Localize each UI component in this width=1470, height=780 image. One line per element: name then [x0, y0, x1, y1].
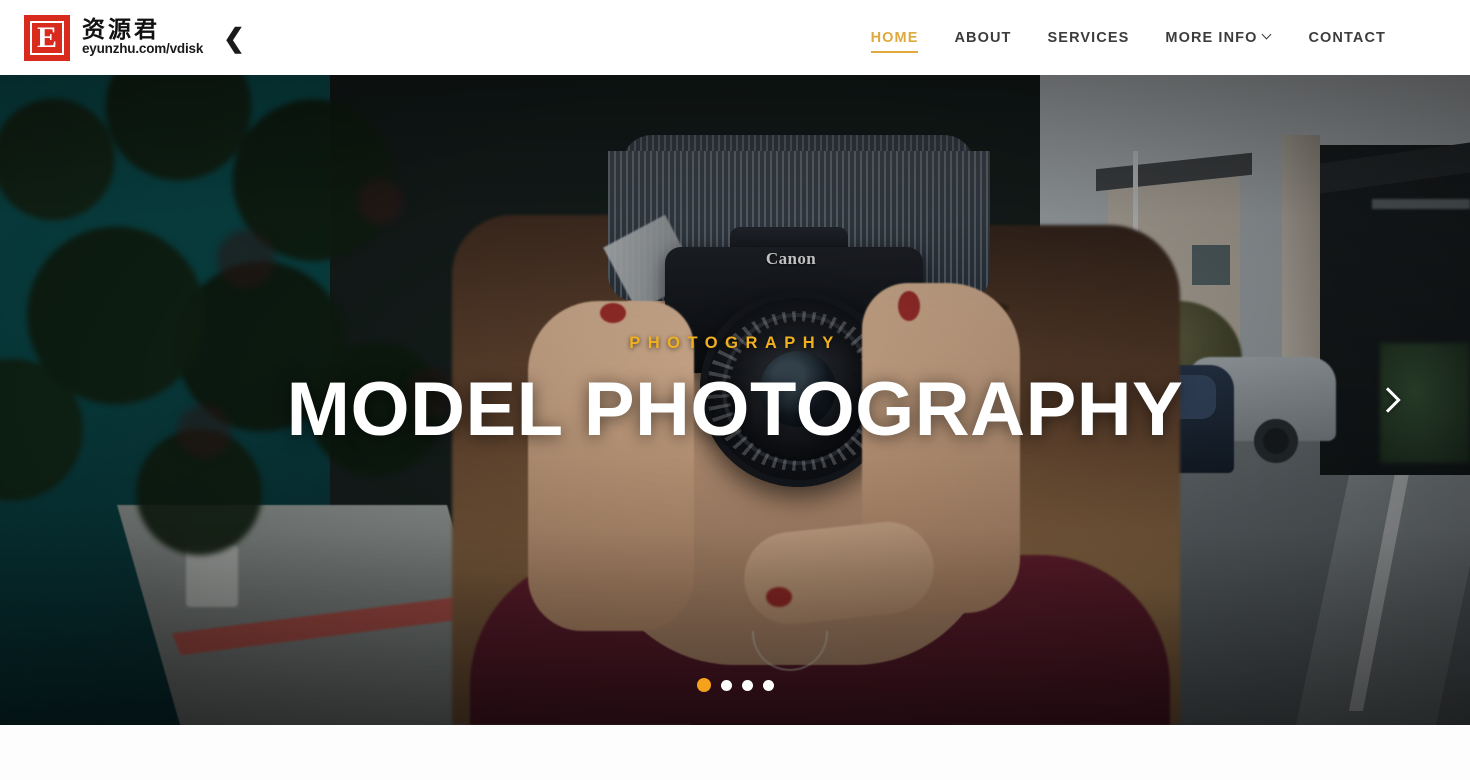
nav-item-about[interactable]: ABOUT [936, 14, 1029, 62]
nav-item-services[interactable]: SERVICES [1030, 14, 1148, 62]
brand-text: 资源君 eyunzhu.com/vdisk [82, 18, 203, 57]
nav-item-home[interactable]: HOME [853, 14, 937, 62]
site-header: E 资源君 eyunzhu.com/vdisk ❮ HOME ABOUT SER… [0, 0, 1470, 75]
nav-label-contact: CONTACT [1308, 29, 1386, 46]
chevron-left-icon[interactable]: ❮ [223, 25, 245, 51]
nav-item-contact[interactable]: CONTACT [1290, 14, 1404, 62]
nav-label-services: SERVICES [1047, 29, 1130, 46]
carousel-dot-1[interactable] [696, 678, 711, 692]
carousel-dot-3[interactable] [741, 679, 753, 691]
hero-title: MODEL PHOTOGRAPHY [286, 366, 1184, 452]
brand-url: eyunzhu.com/vdisk [82, 41, 204, 57]
hero-copy: PHOTOGRAPHY MODEL PHOTOGRAPHY [0, 75, 1470, 725]
carousel-dot-2[interactable] [720, 679, 732, 691]
carousel-next-arrow-icon[interactable] [1368, 380, 1408, 420]
main-navigation: HOME ABOUT SERVICES MORE INFO CONTACT [853, 14, 1404, 62]
nav-label-about: ABOUT [954, 29, 1012, 46]
logo-mark-icon: E [24, 14, 70, 61]
hero-eyebrow: PHOTOGRAPHY [629, 333, 841, 352]
brand-logo[interactable]: E 资源君 eyunzhu.com/vdisk [24, 14, 203, 61]
brand-name-cn: 资源君 [82, 17, 160, 43]
hero-carousel: Canon PHOTOGRAPHY MODEL PHOTOGRAPHY [0, 75, 1470, 725]
page-content-area [0, 725, 1470, 780]
carousel-dots [0, 678, 1470, 692]
carousel-dot-4[interactable] [762, 679, 774, 691]
active-underline [870, 50, 919, 53]
chevron-down-icon [1263, 31, 1272, 40]
nav-label-more-info: MORE INFO [1165, 29, 1258, 46]
nav-label-home: HOME [870, 29, 919, 46]
nav-item-more-info[interactable]: MORE INFO [1147, 14, 1290, 62]
logo-letter: E [36, 20, 57, 54]
